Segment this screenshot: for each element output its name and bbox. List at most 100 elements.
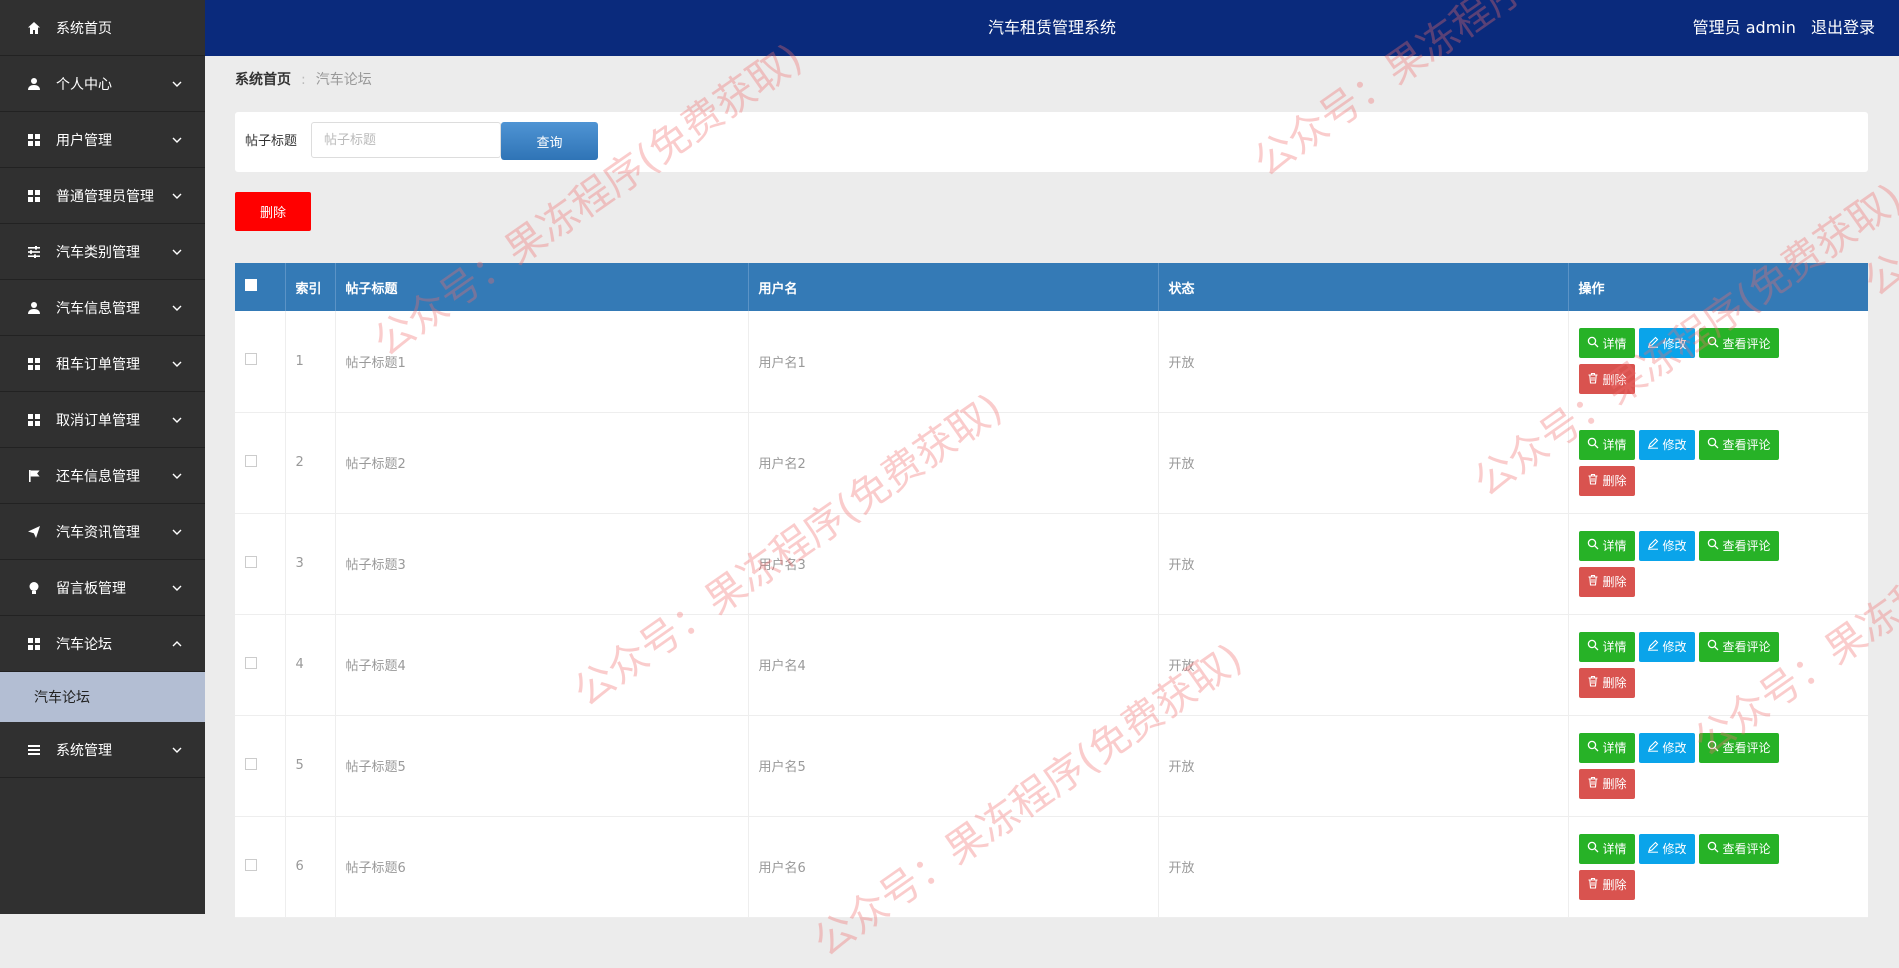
- edit-button[interactable]: 修改: [1638, 530, 1695, 561]
- sidebar-item-2[interactable]: 用户管理: [0, 112, 205, 168]
- sidebar-subitem-forum[interactable]: 汽车论坛: [0, 672, 205, 722]
- table-row: 1 帖子标题1 用户名1 开放 详情 修改 查看评论 删除: [235, 311, 1868, 413]
- sidebar-item-12[interactable]: 系统管理: [0, 722, 205, 778]
- flag-icon: [26, 468, 42, 484]
- edit-icon: [1647, 437, 1663, 452]
- view-comments-button[interactable]: 查看评论: [1698, 732, 1779, 763]
- detail-button[interactable]: 详情: [1578, 328, 1635, 359]
- sidebar-item-7[interactable]: 取消订单管理: [0, 392, 205, 448]
- sidebar-item-9[interactable]: 汽车资讯管理: [0, 504, 205, 560]
- edit-button[interactable]: 修改: [1638, 429, 1695, 460]
- trash-icon: [1587, 473, 1603, 488]
- row-select-cell: [235, 715, 286, 817]
- sidebar-item-1[interactable]: 个人中心: [0, 56, 205, 112]
- sidebar-item-4[interactable]: 汽车类别管理: [0, 224, 205, 280]
- edit-button[interactable]: 修改: [1638, 328, 1695, 359]
- detail-button[interactable]: 详情: [1578, 429, 1635, 460]
- search-button[interactable]: 查询: [501, 122, 598, 160]
- row-checkbox[interactable]: [245, 353, 257, 366]
- sidebar-item-6[interactable]: 租车订单管理: [0, 336, 205, 392]
- bulb-icon: [26, 580, 42, 596]
- view-comments-button[interactable]: 查看评论: [1698, 429, 1779, 460]
- search-input[interactable]: [311, 122, 501, 158]
- edit-icon: [1647, 740, 1663, 755]
- edit-button[interactable]: 修改: [1638, 631, 1695, 662]
- row-checkbox[interactable]: [245, 555, 257, 568]
- table-row: 6 帖子标题6 用户名6 开放 详情 修改 查看评论 删除: [235, 816, 1868, 918]
- sidebar-item-5[interactable]: 汽车信息管理: [0, 280, 205, 336]
- row-title: 帖子标题6: [335, 816, 749, 918]
- row-delete-label: 删除: [1602, 676, 1627, 690]
- sidebar-item-label: 取消订单管理: [56, 412, 140, 429]
- row-index: 5: [285, 715, 336, 817]
- app-title: 汽车租赁管理系统: [987, 18, 1116, 37]
- detail-button[interactable]: 详情: [1578, 833, 1635, 864]
- sidebar-item-label: 留言板管理: [56, 580, 126, 597]
- row-ops: 详情 修改 查看评论删除: [1568, 715, 1868, 817]
- view-comments-label: 查看评论: [1722, 336, 1771, 351]
- sidebar-item-3[interactable]: 普通管理员管理: [0, 168, 205, 224]
- row-delete-button[interactable]: 删除: [1578, 869, 1635, 900]
- row-checkbox[interactable]: [245, 454, 257, 467]
- sidebar-item-label: 汽车信息管理: [56, 300, 140, 317]
- row-delete-button[interactable]: 删除: [1578, 364, 1635, 395]
- search-card: 帖子标题 查询: [235, 112, 1868, 172]
- select-all-cell: [235, 263, 286, 311]
- sidebar-item-label: 个人中心: [56, 76, 112, 93]
- row-username: 用户名2: [748, 412, 1159, 514]
- edit-label: 修改: [1662, 438, 1687, 452]
- detail-button[interactable]: 详情: [1578, 530, 1635, 561]
- edit-button[interactable]: 修改: [1638, 732, 1695, 763]
- row-delete-button[interactable]: 删除: [1578, 667, 1635, 698]
- view-comments-button[interactable]: 查看评论: [1698, 631, 1779, 662]
- sidebar-item-8[interactable]: 还车信息管理: [0, 448, 205, 504]
- search-icon: [1707, 538, 1723, 553]
- trash-icon: [1587, 574, 1603, 589]
- detail-button[interactable]: 详情: [1578, 732, 1635, 763]
- row-select-cell: [235, 311, 286, 413]
- row-select-cell: [235, 614, 286, 716]
- edit-icon: [1647, 841, 1663, 856]
- view-comments-button[interactable]: 查看评论: [1698, 833, 1779, 864]
- detail-label: 详情: [1602, 539, 1627, 553]
- row-ops: 详情 修改 查看评论删除: [1568, 816, 1868, 918]
- batch-delete-button[interactable]: 删除: [235, 192, 311, 231]
- trash-icon: [1587, 675, 1603, 690]
- chevron-down-icon: [171, 358, 183, 370]
- detail-button[interactable]: 详情: [1578, 631, 1635, 662]
- select-all-checkbox[interactable]: [245, 279, 257, 291]
- breadcrumb: 系统首页: 汽车论坛: [235, 70, 372, 90]
- row-checkbox[interactable]: [245, 858, 257, 871]
- row-status: 开放: [1158, 311, 1569, 413]
- row-checkbox[interactable]: [245, 757, 257, 770]
- row-delete-button[interactable]: 删除: [1578, 768, 1635, 799]
- detail-label: 详情: [1602, 842, 1627, 856]
- edit-button[interactable]: 修改: [1638, 833, 1695, 864]
- view-comments-button[interactable]: 查看评论: [1698, 530, 1779, 561]
- sidebar-item-label: 系统管理: [56, 742, 112, 759]
- row-checkbox[interactable]: [245, 656, 257, 669]
- sidebar-item-label: 租车订单管理: [56, 356, 140, 373]
- sidebar-item-0[interactable]: 系统首页: [0, 0, 205, 56]
- row-username: 用户名5: [748, 715, 1159, 817]
- current-user: 管理员 admin: [1692, 18, 1796, 37]
- table-row: 3 帖子标题3 用户名3 开放 详情 修改 查看评论 删除: [235, 513, 1868, 615]
- home-icon: [26, 20, 42, 36]
- view-comments-label: 查看评论: [1722, 640, 1771, 654]
- row-ops: 详情 修改 查看评论删除: [1568, 614, 1868, 716]
- trash-icon: [1587, 877, 1603, 892]
- logout-link[interactable]: 退出登录: [1811, 18, 1875, 37]
- sidebar-item-10[interactable]: 留言板管理: [0, 560, 205, 616]
- edit-label: 修改: [1662, 842, 1687, 856]
- row-title: 帖子标题2: [335, 412, 749, 514]
- search-icon: [1707, 336, 1723, 351]
- chevron-down-icon: [171, 744, 183, 756]
- sidebar-item-11[interactable]: 汽车论坛: [0, 616, 205, 672]
- row-delete-button[interactable]: 删除: [1578, 465, 1635, 496]
- row-title: 帖子标题5: [335, 715, 749, 817]
- row-delete-button[interactable]: 删除: [1578, 566, 1635, 597]
- breadcrumb-home[interactable]: 系统首页: [235, 72, 291, 88]
- row-select-cell: [235, 513, 286, 615]
- view-comments-button[interactable]: 查看评论: [1698, 328, 1779, 359]
- sliders-icon: [26, 244, 42, 260]
